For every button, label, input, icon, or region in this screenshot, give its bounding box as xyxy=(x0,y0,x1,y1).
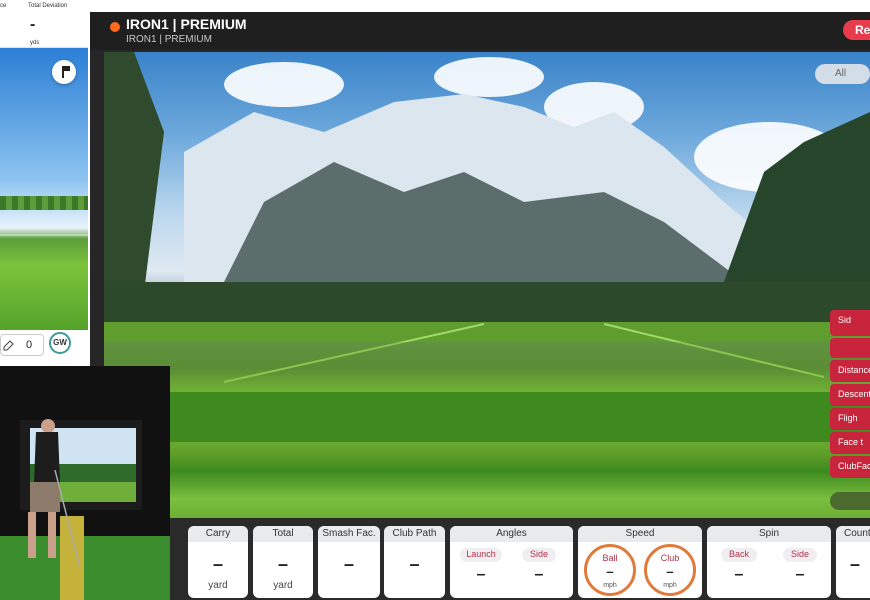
club-path-value: – xyxy=(409,554,420,574)
side-spin-label: Side xyxy=(783,548,817,562)
mini-course-view xyxy=(0,48,88,338)
page-subtitle: IRON1 | PREMIUM xyxy=(126,34,212,45)
smash-factor-value: – xyxy=(343,554,354,574)
metric-card-club-path[interactable]: Club Path – xyxy=(384,526,445,598)
fairway-line xyxy=(0,234,88,236)
speed-label: Speed xyxy=(578,526,702,542)
side-spin-value: – xyxy=(795,566,805,583)
ball-speed-value: – xyxy=(606,564,614,579)
ball-speed-gauge: Ball – mph xyxy=(584,544,636,596)
carry-unit: yard xyxy=(208,580,228,591)
side-metric-tab[interactable]: Distance T xyxy=(830,360,870,382)
tree-line xyxy=(0,196,88,210)
camera-feed-graphic xyxy=(0,366,170,600)
side-metric-tab[interactable]: Face t xyxy=(830,432,870,454)
club-selector-badge[interactable]: GW xyxy=(49,332,71,354)
club-speed-gauge: Club – mph xyxy=(644,544,696,596)
club-speed-unit: mph xyxy=(663,582,677,589)
side-panel-toggle[interactable] xyxy=(830,492,870,510)
side-metric-tab[interactable]: Fligh xyxy=(830,408,870,430)
stats-header: ce Total Deviation - yds xyxy=(0,0,88,48)
ball-speed-label: Ball xyxy=(602,553,618,563)
total-deviation-unit: yds xyxy=(30,40,40,46)
ball-speed-unit: mph xyxy=(603,582,617,589)
club-speed-value: – xyxy=(666,564,674,579)
page-title: IRON1 | PREMIUM xyxy=(126,16,247,32)
total-value: – xyxy=(277,554,288,574)
metric-card-total[interactable]: Total – yard xyxy=(253,526,313,598)
metric-card-spin[interactable]: Spin Back Side – – xyxy=(707,526,831,598)
launch-value: – xyxy=(476,566,486,583)
smash-factor-label: Smash Fac. xyxy=(318,526,380,542)
side-metric-tab-blank[interactable] xyxy=(830,338,870,358)
metric-card-speed[interactable]: Speed Ball – mph Club – mph xyxy=(578,526,702,598)
counter-value: 0 xyxy=(26,339,33,351)
side-angle-value: – xyxy=(534,566,544,583)
record-button[interactable]: Re xyxy=(843,20,870,40)
carry-label: Carry xyxy=(188,526,248,542)
title-bar: IRON1 | PREMIUM IRON1 | PREMIUM xyxy=(90,12,870,50)
range-scene xyxy=(104,52,870,518)
metric-card-count[interactable]: Count – xyxy=(836,526,870,598)
launch-label: Launch xyxy=(460,548,502,562)
angles-label: Angles xyxy=(450,526,573,542)
edit-icon xyxy=(3,340,14,351)
side-metric-tab[interactable]: Descent xyxy=(830,384,870,406)
total-unit: yard xyxy=(273,580,293,591)
camera-feed xyxy=(0,366,170,600)
total-deviation-value: - xyxy=(30,16,36,33)
metric-card-smash-factor[interactable]: Smash Fac. – xyxy=(318,526,380,598)
count-value: – xyxy=(850,554,861,574)
back-spin-label: Back xyxy=(721,548,757,562)
mini-toolbar: 0 GW xyxy=(0,330,88,366)
landscape-graphic xyxy=(104,52,870,442)
metric-card-angles[interactable]: Angles Launch Side – – xyxy=(450,526,573,598)
filter-all-button[interactable]: All xyxy=(815,64,870,84)
side-metric-tab[interactable]: Sid xyxy=(830,310,870,336)
counter-box[interactable]: 0 xyxy=(0,334,44,356)
flag-pin-button[interactable] xyxy=(52,60,76,84)
count-label: Count xyxy=(836,526,870,542)
back-spin-value: – xyxy=(734,566,744,583)
secondary-app-panel: ce Total Deviation - yds 0 GW xyxy=(0,0,88,366)
flag-icon xyxy=(62,66,70,78)
total-label: Total xyxy=(253,526,313,542)
stat-label-truncated: ce xyxy=(0,3,7,9)
total-deviation-label: Total Deviation xyxy=(28,3,68,9)
club-path-label: Club Path xyxy=(384,526,445,542)
metric-card-carry[interactable]: Carry – yard xyxy=(188,526,248,598)
side-metric-tab[interactable]: ClubFace xyxy=(830,456,870,478)
club-speed-label: Club xyxy=(660,553,680,563)
carry-value: – xyxy=(212,554,223,574)
side-angle-label: Side xyxy=(522,548,556,562)
status-dot-icon xyxy=(110,22,120,32)
spin-label: Spin xyxy=(707,526,831,542)
